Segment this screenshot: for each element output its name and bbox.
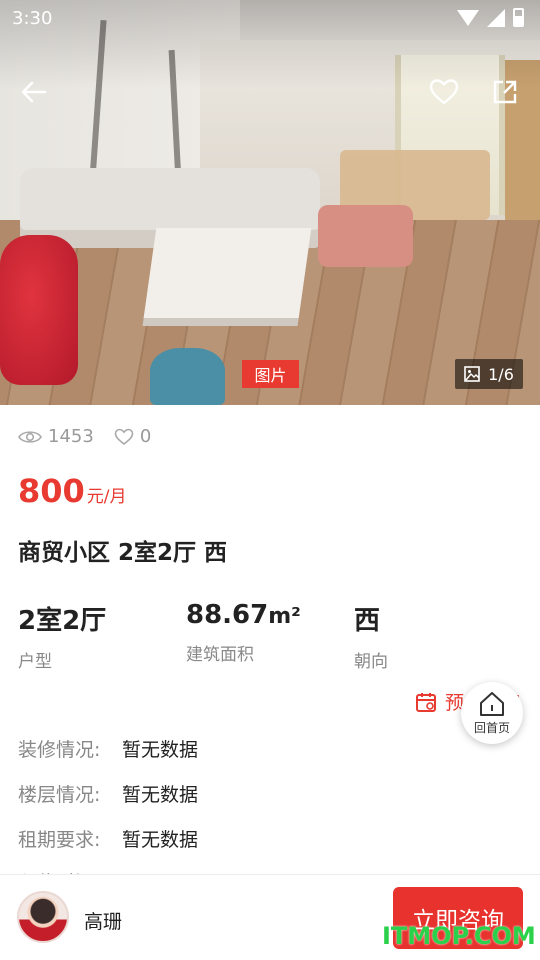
detail-value: 暂无数据 <box>122 784 199 806</box>
agent-name: 高珊 <box>84 911 123 933</box>
spec-orientation-label: 朝向 <box>354 652 388 672</box>
detail-row: 租期要求: 暂无数据 <box>18 825 198 852</box>
spec-area-value: 88.67m² <box>186 600 301 630</box>
listing-stats: 1453 0 <box>18 426 151 447</box>
detail-key: 楼层情况: <box>18 784 101 806</box>
photo-shade <box>0 0 540 405</box>
spec-layout-value: 2室2厅 <box>18 606 107 636</box>
rent-price: 800 元/月 <box>18 472 127 510</box>
status-time: 3:30 <box>12 8 53 29</box>
listing-photo[interactable]: 3:30 图片 1/6 <box>0 0 540 405</box>
signal-icon <box>487 8 505 27</box>
spec-area-unit: m² <box>268 604 301 629</box>
detail-value: 暂无数据 <box>122 739 199 761</box>
battery-icon <box>513 8 524 27</box>
spec-area-number: 88.67 <box>186 600 269 630</box>
spec-area: 88.67m² 建筑面积 <box>186 600 301 665</box>
favorite-button[interactable] <box>424 72 464 112</box>
back-button[interactable] <box>14 72 54 112</box>
detail-row: 楼层情况: 暂无数据 <box>18 780 198 807</box>
photo-type-tag[interactable]: 图片 <box>242 360 299 388</box>
image-icon <box>464 366 480 382</box>
detail-row: 装修情况: 暂无数据 <box>18 735 198 762</box>
spec-layout-label: 户型 <box>18 652 52 672</box>
watermark: ITMOP.COM <box>382 922 536 950</box>
wifi-icon <box>457 9 479 26</box>
eye-icon <box>18 430 42 443</box>
spec-orientation: 西 朝向 <box>354 600 388 672</box>
share-icon <box>493 80 517 104</box>
view-count-text: 1453 <box>48 426 94 447</box>
spec-orientation-value: 西 <box>354 606 381 636</box>
detail-value: 暂无数据 <box>122 829 199 851</box>
spec-layout: 2室2厅 户型 <box>18 600 106 672</box>
agent-avatar[interactable] <box>17 891 69 943</box>
favorite-count: 0 <box>114 426 151 447</box>
favorite-count-text: 0 <box>139 426 152 447</box>
home-button-label: 回首页 <box>473 720 510 735</box>
detail-key: 租期要求: <box>18 829 101 851</box>
photo-counter-text: 1/6 <box>488 364 514 384</box>
detail-key: 装修情况: <box>18 739 101 761</box>
price-unit: 元/月 <box>86 487 127 507</box>
home-icon <box>480 691 504 716</box>
arrow-left-icon <box>21 81 47 103</box>
listing-title: 商贸小区 2室2厅 西 <box>18 540 228 566</box>
home-button[interactable]: 回首页 <box>461 682 523 744</box>
price-amount: 800 <box>18 472 85 510</box>
photo-counter: 1/6 <box>455 359 523 389</box>
spec-area-label: 建筑面积 <box>186 645 254 665</box>
share-button[interactable] <box>485 72 525 112</box>
heart-icon <box>429 79 459 105</box>
view-count: 1453 <box>18 426 94 447</box>
calendar-icon <box>416 692 436 712</box>
status-icons <box>457 8 524 27</box>
heart-outline-icon <box>114 428 134 445</box>
